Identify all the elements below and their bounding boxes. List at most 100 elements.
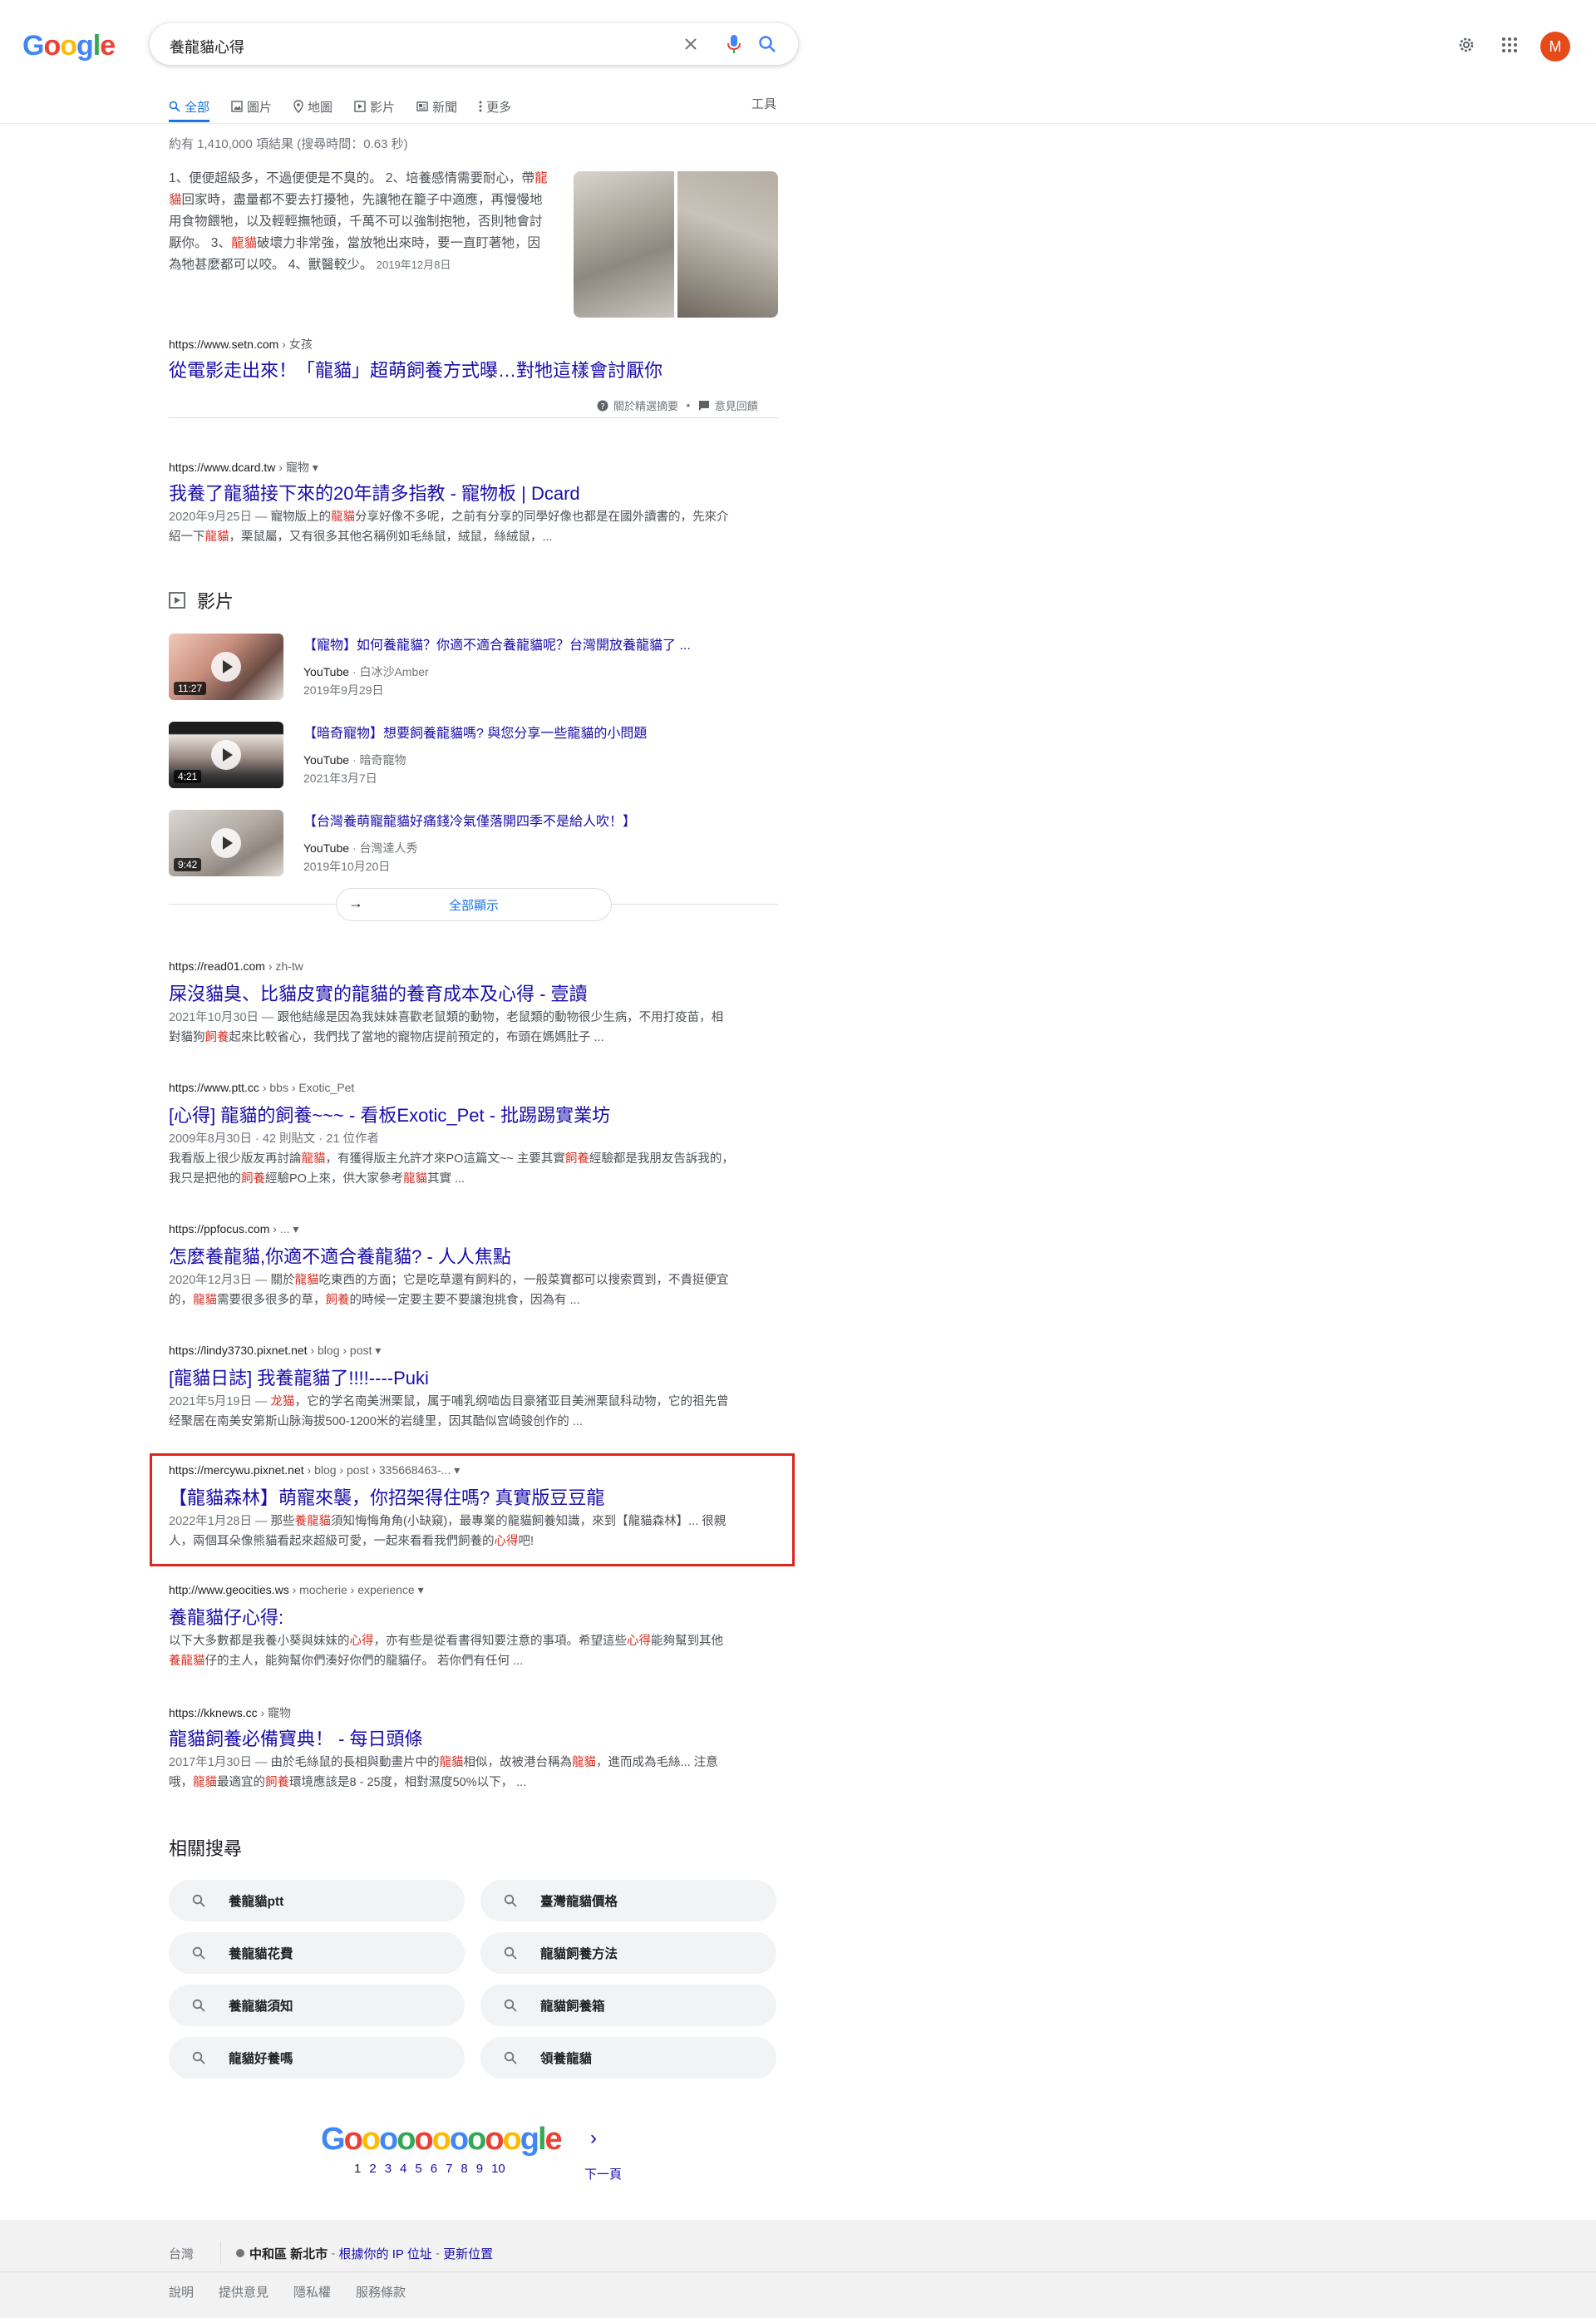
- video-title[interactable]: 【寵物】如何養龍貓？你適不適合養龍貓呢？台灣開放養龍貓了 ...: [303, 634, 691, 653]
- page-number-link[interactable]: 3: [385, 2162, 392, 2176]
- page-number-link[interactable]: 9: [476, 2162, 483, 2176]
- snippet-text: ，栗鼠屬，又有很多其他名稱例如毛絲鼠，絨鼠，絲絨鼠，...: [229, 530, 553, 544]
- snippet-text: ，亦有些是從看書得知要注意的事項。希望這些: [373, 1635, 628, 1648]
- page-number-link[interactable]: 10: [491, 2162, 505, 2176]
- result-url[interactable]: http://www.geocities.ws › mocherie › exp…: [169, 1583, 424, 1597]
- page-number-link[interactable]: 8: [461, 2162, 467, 2176]
- feedback-link[interactable]: 意見回饋: [715, 397, 758, 413]
- tab-all[interactable]: 全部: [169, 93, 210, 122]
- search-icon: [504, 1894, 517, 1907]
- play-icon: [211, 740, 241, 770]
- snippet-text: 吧!: [518, 1535, 534, 1548]
- search-input[interactable]: 養龍貓心得: [170, 36, 244, 57]
- result-menu-icon[interactable]: ▾: [375, 1344, 381, 1357]
- video-thumbnail[interactable]: 11:27: [169, 634, 283, 700]
- result-date: 2021年10月30日 —: [169, 1011, 278, 1024]
- related-search-label: 養龍貓花費: [229, 1947, 293, 1961]
- settings-gear-icon[interactable]: [1453, 32, 1480, 58]
- result-title[interactable]: 屎沒貓臭、比貓皮實的龍貓的養育成本及心得 - 壹讀: [169, 979, 588, 1006]
- result-url[interactable]: https://read01.com › zh-tw: [169, 959, 303, 973]
- snippet-text: 寵物版上的: [270, 510, 332, 524]
- chinchilla-image-1[interactable]: [574, 171, 674, 318]
- related-search-item[interactable]: 龍貓飼養箱: [480, 1985, 776, 2026]
- highlighted-term: 龍貓: [331, 510, 356, 524]
- related-search-item[interactable]: 養龍貓須知: [169, 1985, 465, 2026]
- snippet-text: 關於: [270, 1274, 295, 1287]
- video-thumbnail[interactable]: 4:21: [169, 722, 283, 788]
- result-title[interactable]: 我養了龍貓接下來的20年請多指教 - 寵物板 | Dcard: [169, 479, 580, 506]
- tools-button[interactable]: 工具: [751, 95, 776, 112]
- result-snippet: 2020年9月25日 — 寵物版上的龍貓分享好像不多呢，之前有分享的同學好像也都…: [169, 507, 734, 547]
- tab-news[interactable]: 新聞: [416, 93, 457, 120]
- tab-videos[interactable]: 影片: [354, 93, 395, 120]
- result-title[interactable]: 養龍貓仔心得:: [169, 1603, 283, 1630]
- page-number-link[interactable]: 7: [446, 2162, 452, 2176]
- tab-images[interactable]: 圖片: [231, 93, 272, 120]
- search-icon[interactable]: [756, 33, 778, 55]
- google-logo[interactable]: Google: [22, 30, 116, 62]
- next-page-arrow-icon[interactable]: ›: [590, 2127, 597, 2150]
- result-url[interactable]: https://www.ptt.cc › bbs › Exotic_Pet: [169, 1081, 354, 1094]
- ip-location-link[interactable]: 根據你的 IP 位址: [339, 2245, 432, 2262]
- video-title[interactable]: 【台灣養萌寵龍貓好痛錢冷氣僅落開四季不是給人吹！】: [303, 810, 636, 830]
- highlighted-term: 養龍貓: [294, 1515, 332, 1528]
- update-location-link[interactable]: 更新位置: [443, 2245, 493, 2262]
- featured-snippet-images[interactable]: [574, 171, 778, 318]
- snippet-text: 最適宜的: [217, 1776, 265, 1789]
- result-title[interactable]: 怎麼養龍貓,你適不適合養龍貓? - 人人焦點: [169, 1242, 511, 1269]
- related-search-item[interactable]: 臺灣龍貓價格: [480, 1880, 776, 1921]
- related-search-item[interactable]: 養龍貓ptt: [169, 1880, 465, 1921]
- featured-snippet-text: 1、便便超級多，不過便便是不臭的。 2、培養感情需要耐心，帶龍貓回家時，盡量都不…: [169, 168, 551, 276]
- highlighted-term: 飼養: [204, 1031, 229, 1044]
- footer-link[interactable]: 提供意見: [219, 2283, 268, 2301]
- apps-grid-icon[interactable]: [1496, 32, 1523, 58]
- next-page-link[interactable]: 下一頁: [584, 2165, 622, 2182]
- clear-icon[interactable]: [680, 33, 702, 55]
- result-menu-icon[interactable]: ▾: [454, 1463, 460, 1477]
- result-title[interactable]: [心得] 龍貓的飼養~~~ - 看板Exotic_Pet - 批踢踢實業坊: [169, 1101, 610, 1127]
- page-number-link[interactable]: 6: [431, 2162, 437, 2176]
- video-thumbnail[interactable]: 9:42: [169, 810, 283, 876]
- page-number-link[interactable]: 5: [415, 2162, 421, 2176]
- related-search-item[interactable]: 龍貓飼養方法: [480, 1932, 776, 1974]
- video-source: YouTube · 台灣達人秀: [303, 841, 418, 855]
- chinchilla-image-2[interactable]: [677, 171, 778, 318]
- highlighted-term: 龍貓: [402, 1172, 427, 1186]
- related-search-item[interactable]: 養龍貓花費: [169, 1932, 465, 1974]
- tab-more[interactable]: 更多: [479, 93, 511, 120]
- snippet-text: 相似，故被港台稱為: [463, 1756, 573, 1769]
- featured-snippet-url[interactable]: https://www.setn.com › 女孩: [169, 336, 313, 353]
- result-url[interactable]: https://ppfocus.com › ... ▾: [169, 1222, 298, 1236]
- result-menu-icon[interactable]: ▾: [293, 1222, 298, 1235]
- result-title[interactable]: [龍貓日誌] 我養龍貓了!!!!----Puki: [169, 1364, 429, 1390]
- result-url[interactable]: https://lindy3730.pixnet.net › blog › po…: [169, 1344, 381, 1358]
- footer-link[interactable]: 說明: [169, 2283, 194, 2301]
- result-url[interactable]: https://www.dcard.tw › 寵物 ▾: [169, 459, 318, 476]
- microphone-icon[interactable]: [723, 33, 745, 55]
- result-title[interactable]: 【龍貓森林】萌寵來襲，你招架得住嗎? 真實版豆豆龍: [169, 1483, 604, 1510]
- show-all-videos-button[interactable]: → 全部顯示: [336, 888, 612, 921]
- result-url[interactable]: https://mercywu.pixnet.net › blog › post…: [169, 1463, 460, 1477]
- page-number-link[interactable]: 2: [369, 2162, 376, 2176]
- about-featured-snippets-link[interactable]: 關於精選摘要: [613, 397, 678, 413]
- page-number-link[interactable]: 4: [400, 2162, 406, 2176]
- image-icon: [231, 101, 243, 112]
- result-url[interactable]: https://kknews.cc › 寵物: [169, 1704, 291, 1721]
- result-date: 2022年1月28日 —: [169, 1515, 271, 1528]
- tab-maps[interactable]: 地圖: [293, 93, 332, 120]
- related-search-item[interactable]: 領養龍貓: [480, 2037, 776, 2079]
- featured-snippet-title[interactable]: 從電影走出來！「龍貓」超萌飼養方式曝…對牠這樣會討厭你: [169, 356, 663, 382]
- footer-link[interactable]: 服務條款: [356, 2283, 406, 2301]
- result-snippet: 2017年1月30日 — 由於毛絲鼠的長相與動畫片中的龍貓相似，故被港台稱為龍貓…: [169, 1753, 734, 1793]
- video-title[interactable]: 【暗奇寵物】想要飼養龍貓嗎? 與您分享一些龍貓的小問題: [303, 722, 647, 742]
- search-box[interactable]: 養龍貓心得: [150, 23, 798, 65]
- snippet-text: 的時候一定要主要不要讓泡挑食，因為有 ...: [349, 1294, 580, 1307]
- related-search-item[interactable]: 龍貓好養嗎: [169, 2037, 465, 2079]
- arrow-right-icon: →: [348, 895, 363, 911]
- account-avatar[interactable]: M: [1540, 32, 1570, 62]
- header-divider: [0, 123, 1596, 124]
- result-menu-icon[interactable]: ▾: [418, 1583, 424, 1596]
- result-menu-icon[interactable]: ▾: [313, 461, 318, 474]
- result-title[interactable]: 龍貓飼養必備寶典！ - 每日頭條: [169, 1724, 423, 1751]
- footer-link[interactable]: 隱私權: [293, 2283, 331, 2301]
